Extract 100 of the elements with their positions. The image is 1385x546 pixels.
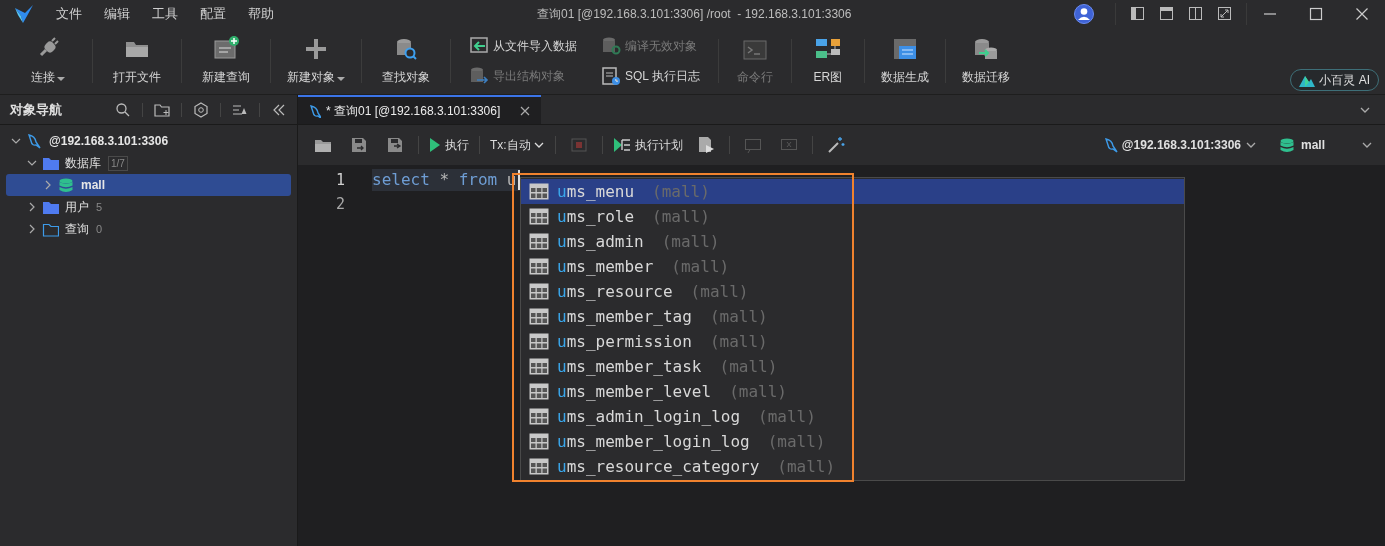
- item-count: 5: [96, 199, 103, 215]
- editor-tab[interactable]: * 查询01 [@192.168.3.101:3306]: [298, 95, 542, 124]
- table-icon: [529, 308, 549, 325]
- toolbar-button[interactable]: 数据迁移: [951, 30, 1020, 91]
- toolbar-button[interactable]: 新建查询: [188, 30, 264, 91]
- item-count: 0: [96, 221, 103, 237]
- user-avatar-icon[interactable]: [1073, 2, 1095, 25]
- schema-label: (mall): [690, 280, 749, 303]
- suggestion-item[interactable]: ums_member_level (mall): [521, 379, 1184, 404]
- table-icon: [529, 233, 549, 250]
- connection-selector[interactable]: @192.168.3.101:3306: [1102, 136, 1257, 154]
- table-icon: [529, 383, 549, 400]
- tree-label: @192.168.3.101:3306: [49, 133, 169, 150]
- suggestion-name: ums_resource_category: [557, 455, 760, 478]
- transaction-dropdown[interactable]: Tx:自动: [490, 136, 545, 154]
- toolbar-button[interactable]: 连接: [10, 30, 86, 91]
- tree-item[interactable]: @192.168.3.101:3306: [6, 130, 291, 152]
- suggestion-name: ums_member_task: [557, 355, 702, 378]
- suggestion-item[interactable]: ums_admin (mall): [521, 229, 1184, 254]
- import-icon: [469, 35, 489, 56]
- suggestion-item[interactable]: ums_member (mall): [521, 254, 1184, 279]
- suggestion-item[interactable]: ums_admin_login_log (mall): [521, 404, 1184, 429]
- menu-item[interactable]: 配置: [189, 1, 237, 26]
- suggestion-item[interactable]: ums_member_task (mall): [521, 354, 1184, 379]
- schema-label: (mall): [652, 205, 710, 228]
- toolbar-button[interactable]: 新建对象: [277, 30, 355, 91]
- tree-item[interactable]: 用户 5: [6, 196, 291, 218]
- toolbar-button[interactable]: ER图: [797, 30, 858, 91]
- database-icon: [58, 176, 75, 194]
- save-icon[interactable]: [350, 136, 368, 154]
- menu-item[interactable]: 编辑: [93, 1, 141, 26]
- window-title: 查询01 [@192.168.3.101:3306] /root - 192.168.3.101:3306: [537, 6, 852, 23]
- table-icon: [529, 208, 549, 225]
- suggestion-item[interactable]: ums_member_login_log (mall): [521, 429, 1184, 454]
- close-icon[interactable]: [519, 104, 532, 117]
- maximize-icon[interactable]: [1309, 6, 1323, 21]
- suggestion-name: ums_member_tag: [557, 305, 692, 328]
- run-button[interactable]: 执行: [429, 136, 469, 154]
- tree-label: mall: [81, 177, 105, 194]
- line-number: 1: [334, 169, 346, 191]
- folder-add-icon[interactable]: [154, 101, 170, 118]
- line-number: 2: [334, 193, 346, 215]
- schema-label: (mall): [767, 430, 826, 453]
- tree-item[interactable]: 数据库 1/7: [6, 152, 291, 174]
- filter-icon[interactable]: [193, 101, 209, 118]
- caret-icon: [57, 76, 65, 82]
- database-icon: [1279, 136, 1295, 154]
- dolphin-icon: [308, 103, 321, 118]
- search-icon[interactable]: [115, 101, 131, 118]
- close-icon[interactable]: [1355, 6, 1369, 21]
- table-icon: [529, 333, 549, 350]
- table-icon: [529, 358, 549, 375]
- layout-icon[interactable]: [1217, 6, 1232, 21]
- suggestion-item[interactable]: ums_resource (mall): [521, 279, 1184, 304]
- explain-plan-button[interactable]: 执行计划: [612, 136, 683, 154]
- toolbar-button[interactable]: 打开文件: [99, 30, 175, 91]
- tree-item[interactable]: mall: [6, 174, 291, 196]
- schema-label: (mall): [719, 355, 778, 378]
- toolbar-button[interactable]: 从文件导入数据: [469, 34, 577, 57]
- suggestion-name: ums_member_login_log: [557, 430, 750, 453]
- table-icon: [529, 433, 549, 450]
- schema-label: (mall): [671, 255, 730, 278]
- document-run-icon[interactable]: [696, 136, 715, 154]
- table-icon: [529, 283, 549, 300]
- suggestion-item[interactable]: ums_role (mall): [521, 204, 1184, 229]
- suggestion-name: ums_admin_login_log: [557, 405, 741, 428]
- log-clock-icon: [601, 65, 621, 86]
- export-icon: [469, 65, 489, 86]
- schema-label: (mall): [758, 405, 816, 428]
- toolbar-button[interactable]: 查找对象: [368, 30, 444, 91]
- plan-icon: [612, 137, 631, 153]
- menu-item[interactable]: 帮助: [237, 1, 285, 26]
- suggestion-item[interactable]: ums_resource_category (mall): [521, 454, 1184, 479]
- dolphin-icon: [26, 132, 43, 150]
- ai-assistant-button[interactable]: 小百灵 AI: [1290, 69, 1379, 91]
- suggestion-name: ums_member: [557, 255, 654, 278]
- layout-icon[interactable]: [1159, 6, 1174, 21]
- layout-icon[interactable]: [1130, 6, 1145, 21]
- table-icon: [529, 183, 549, 200]
- suggestion-item[interactable]: ums_menu (mall): [521, 179, 1184, 204]
- tab-label: * 查询01 [@192.168.3.101:3306]: [326, 102, 501, 120]
- toolbar-button[interactable]: SQL 执行日志: [601, 64, 700, 87]
- suggestion-item[interactable]: ums_permission (mall): [521, 329, 1184, 354]
- toolbar-button[interactable]: 数据生成: [870, 30, 939, 91]
- suggestion-item[interactable]: ums_member_tag (mall): [521, 304, 1184, 329]
- dolphin-icon: [1102, 137, 1118, 153]
- tree-label: 数据库: [65, 155, 101, 172]
- layout-icon[interactable]: [1188, 6, 1203, 21]
- tree-item[interactable]: 查询 0: [6, 218, 291, 240]
- suggestion-name: ums_member_level: [557, 380, 712, 403]
- table-icon: [529, 458, 549, 475]
- save-icon[interactable]: [386, 136, 404, 154]
- schema-label: (mall): [777, 455, 836, 478]
- menu-item[interactable]: 工具: [141, 1, 189, 26]
- suggestion-name: ums_menu: [557, 180, 635, 203]
- magic-wand-icon[interactable]: [826, 136, 845, 154]
- tree-label: 用户: [65, 199, 89, 216]
- schema-label: (mall): [709, 305, 768, 328]
- database-selector[interactable]: mall: [1279, 136, 1373, 154]
- menu-item[interactable]: 文件: [45, 1, 93, 26]
